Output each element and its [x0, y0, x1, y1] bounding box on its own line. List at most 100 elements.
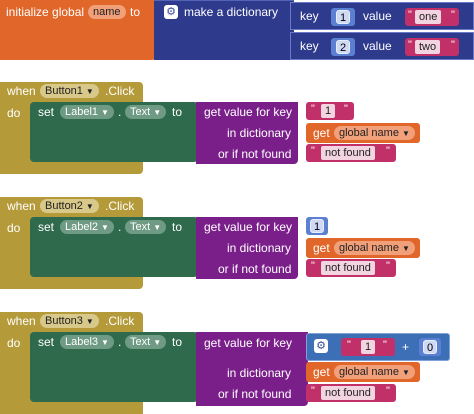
- global-var-name[interactable]: name: [88, 5, 126, 19]
- chevron-down-icon: ▼: [401, 368, 410, 377]
- key-text[interactable]: 1: [361, 340, 376, 354]
- to-label: to: [172, 335, 183, 349]
- global-variable-dropdown[interactable]: global name ▼: [334, 241, 415, 255]
- set-label-block[interactable]: set Label3 ▼ . Text ▼ to: [30, 332, 198, 402]
- or-if-not-found-label: or if not found: [218, 147, 292, 161]
- key-number-block[interactable]: 1: [306, 217, 328, 235]
- value-text-block[interactable]: " two ": [405, 38, 459, 56]
- do-label: do: [7, 221, 21, 235]
- event-label: .Click: [105, 314, 135, 328]
- get-value-label: get value for key: [204, 336, 293, 350]
- chevron-down-icon: ▼: [401, 129, 410, 138]
- dot-label: .: [118, 220, 122, 234]
- key-number-value[interactable]: 1: [310, 219, 324, 233]
- global-variable-dropdown[interactable]: global name ▼: [334, 126, 415, 140]
- pair-key-label: key: [300, 39, 319, 53]
- or-if-not-found-label: or if not found: [218, 262, 292, 276]
- plus-operator: +: [402, 340, 410, 354]
- key-text-block[interactable]: " 1 ": [306, 102, 354, 120]
- chevron-down-icon: ▼: [401, 244, 410, 253]
- make-dictionary-label: make a dictionary: [184, 5, 279, 19]
- pair-value-label: value: [363, 39, 392, 53]
- dict-pair-2[interactable]: key 2 value " two ": [290, 32, 474, 60]
- not-found-text[interactable]: not found: [321, 146, 375, 160]
- initialize-to-label: to: [130, 5, 141, 19]
- property-dropdown[interactable]: Text ▼: [125, 220, 167, 234]
- initialize-global-label: initialize global: [6, 5, 85, 19]
- get-value-label: get value for key: [204, 105, 293, 119]
- chevron-down-icon: ▼: [85, 317, 94, 326]
- get-label: get: [313, 365, 330, 379]
- event-label: .Click: [105, 199, 135, 213]
- key-text-block[interactable]: " 1 ": [341, 338, 395, 356]
- key-number-value[interactable]: 1: [336, 10, 350, 24]
- value-text[interactable]: one: [415, 10, 442, 24]
- chevron-down-icon: ▼: [85, 202, 94, 211]
- global-variable-dropdown[interactable]: global name ▼: [334, 365, 415, 379]
- set-label-block[interactable]: set Label2 ▼ . Text ▼ to: [30, 217, 198, 277]
- dict-lookup-block[interactable]: get value for key in dictionary or if no…: [196, 217, 298, 279]
- key-number-block[interactable]: 2: [331, 38, 355, 56]
- in-dictionary-label: in dictionary: [227, 366, 292, 380]
- pair-value-label: value: [363, 9, 392, 23]
- chevron-down-icon: ▼: [153, 338, 162, 347]
- target-dropdown[interactable]: Label2 ▼: [60, 220, 114, 234]
- property-dropdown[interactable]: Text ▼: [125, 105, 167, 119]
- addend-number-block[interactable]: 0: [419, 338, 441, 356]
- event-label: .Click: [105, 84, 135, 98]
- chevron-down-icon: ▼: [101, 338, 109, 347]
- key-number-block[interactable]: 1: [331, 8, 355, 26]
- to-label: to: [172, 105, 183, 119]
- dict-lookup-block[interactable]: get value for key in dictionary or if no…: [196, 332, 308, 406]
- set-label: set: [38, 220, 55, 234]
- get-global-block[interactable]: get global name ▼: [306, 238, 420, 258]
- dict-pair-1[interactable]: key 1 value " one ": [290, 2, 474, 30]
- when-label: when: [7, 84, 36, 98]
- value-text[interactable]: two: [415, 40, 441, 54]
- get-value-label: get value for key: [204, 220, 293, 234]
- component-dropdown[interactable]: Button1 ▼: [40, 84, 99, 98]
- chevron-down-icon: ▼: [101, 108, 109, 117]
- not-found-text-block[interactable]: " not found ": [306, 259, 396, 277]
- chevron-down-icon: ▼: [85, 87, 94, 96]
- not-found-text[interactable]: not found: [321, 386, 375, 400]
- pair-key-label: key: [300, 9, 319, 23]
- not-found-text[interactable]: not found: [321, 261, 375, 275]
- target-dropdown[interactable]: Label3 ▼: [60, 335, 114, 349]
- do-label: do: [7, 106, 21, 120]
- key-number-value[interactable]: 2: [336, 40, 350, 54]
- gear-icon[interactable]: ⚙: [164, 5, 178, 19]
- in-dictionary-label: in dictionary: [227, 126, 292, 140]
- chevron-down-icon: ▼: [153, 108, 162, 117]
- component-dropdown[interactable]: Button3 ▼: [40, 314, 99, 328]
- dot-label: .: [118, 335, 122, 349]
- addend-number-value[interactable]: 0: [423, 340, 437, 354]
- in-dictionary-label: in dictionary: [227, 241, 292, 255]
- math-add-block[interactable]: ⚙ " 1 " + 0: [306, 333, 450, 361]
- property-dropdown[interactable]: Text ▼: [125, 335, 167, 349]
- dot-label: .: [118, 105, 122, 119]
- key-text[interactable]: 1: [321, 104, 336, 118]
- when-label: when: [7, 199, 36, 213]
- to-label: to: [172, 220, 183, 234]
- or-if-not-found-label: or if not found: [218, 387, 292, 401]
- do-label: do: [7, 336, 21, 350]
- not-found-text-block[interactable]: " not found ": [306, 144, 396, 162]
- when-label: when: [7, 314, 36, 328]
- chevron-down-icon: ▼: [101, 223, 109, 232]
- get-label: get: [313, 126, 330, 140]
- set-label: set: [38, 105, 55, 119]
- set-label: set: [38, 335, 55, 349]
- target-dropdown[interactable]: Label1 ▼: [60, 105, 114, 119]
- set-label-block[interactable]: set Label1 ▼ . Text ▼ to: [30, 102, 198, 162]
- gear-icon[interactable]: ⚙: [314, 339, 328, 353]
- value-text-block[interactable]: " one ": [405, 8, 459, 26]
- make-dictionary-block[interactable]: ⚙ make a dictionary: [154, 0, 294, 60]
- not-found-text-block[interactable]: " not found ": [306, 384, 396, 402]
- dict-lookup-block[interactable]: get value for key in dictionary or if no…: [196, 102, 298, 164]
- component-dropdown[interactable]: Button2 ▼: [40, 199, 99, 213]
- get-global-block[interactable]: get global name ▼: [306, 123, 420, 143]
- initialize-global-block[interactable]: initialize global name to: [0, 0, 156, 60]
- chevron-down-icon: ▼: [153, 223, 162, 232]
- get-global-block[interactable]: get global name ▼: [306, 362, 420, 382]
